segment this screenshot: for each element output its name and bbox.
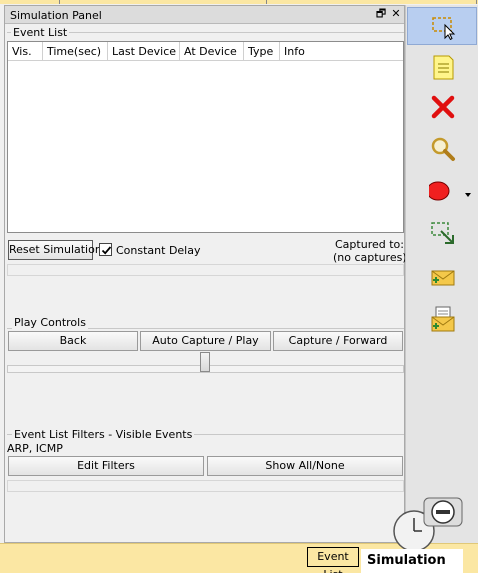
column-time[interactable]: Time(sec) [43,42,108,60]
event-list-label: Event List [11,26,70,39]
column-vis[interactable]: Vis. [8,42,43,60]
note-icon [433,55,454,80]
back-button[interactable]: Back [8,331,138,351]
simulation-panel: Simulation Panel 🗗 ✕ Event List Vis. Tim… [4,5,407,543]
panel-titlebar: Simulation Panel 🗗 ✕ [5,6,404,24]
play-controls-label: Play Controls [12,316,88,329]
close-icon[interactable]: ✕ [390,8,402,20]
draw-ellipse-icon [429,181,471,201]
draw-ellipse-tool[interactable] [407,171,477,209]
reset-simulation-button[interactable]: Reset Simulation [8,240,102,260]
restore-icon[interactable]: 🗗 [375,8,387,20]
divider [7,264,404,276]
panel-title: Simulation Panel [10,9,102,22]
play-speed-slider-thumb[interactable] [200,352,210,372]
event-list-tab[interactable]: Event List [307,547,359,573]
column-last-device[interactable]: Last Device [108,42,180,60]
show-all-none-button[interactable]: Show All/None [207,456,403,476]
auto-capture-play-button[interactable]: Auto Capture / Play [140,331,271,351]
resize-icon [431,222,454,244]
visible-events-value: ARP, ICMP [7,442,63,455]
simulation-tab[interactable]: Simulation [361,549,463,573]
tool-sidebar [405,5,478,543]
column-type[interactable]: Type [244,42,280,60]
add-complex-pdu-icon [431,306,455,332]
inspect-tool[interactable] [407,129,477,167]
delete-icon [431,95,455,119]
constant-delay-checkbox[interactable] [99,243,112,256]
column-info[interactable]: Info [280,42,403,60]
captured-to-value: (no captures) [333,251,407,264]
add-simple-pdu-tool[interactable] [407,257,477,295]
select-icon [432,17,456,40]
note-tool[interactable] [407,47,477,85]
filters-bottom-divider [7,480,404,492]
constant-delay-label: Constant Delay [116,244,201,257]
add-complex-pdu-tool[interactable] [407,299,477,337]
add-simple-pdu-icon [431,270,455,286]
filters-label: Event List Filters - Visible Events [12,428,195,441]
stopwatch-icon [393,497,463,550]
event-list-table[interactable]: Vis. Time(sec) Last Device At Device Typ… [7,41,404,233]
capture-forward-button[interactable]: Capture / Forward [273,331,403,351]
captured-to-label: Captured to: [335,238,404,251]
delete-tool[interactable] [407,87,477,125]
inspect-icon [431,137,455,161]
event-list-header: Vis. Time(sec) Last Device At Device Typ… [8,42,403,61]
checkmark-icon [101,246,112,255]
select-tool[interactable] [407,7,477,45]
resize-tool[interactable] [407,213,477,251]
column-at-device[interactable]: At Device [180,42,244,60]
top-strip [0,0,478,4]
edit-filters-button[interactable]: Edit Filters [8,456,204,476]
